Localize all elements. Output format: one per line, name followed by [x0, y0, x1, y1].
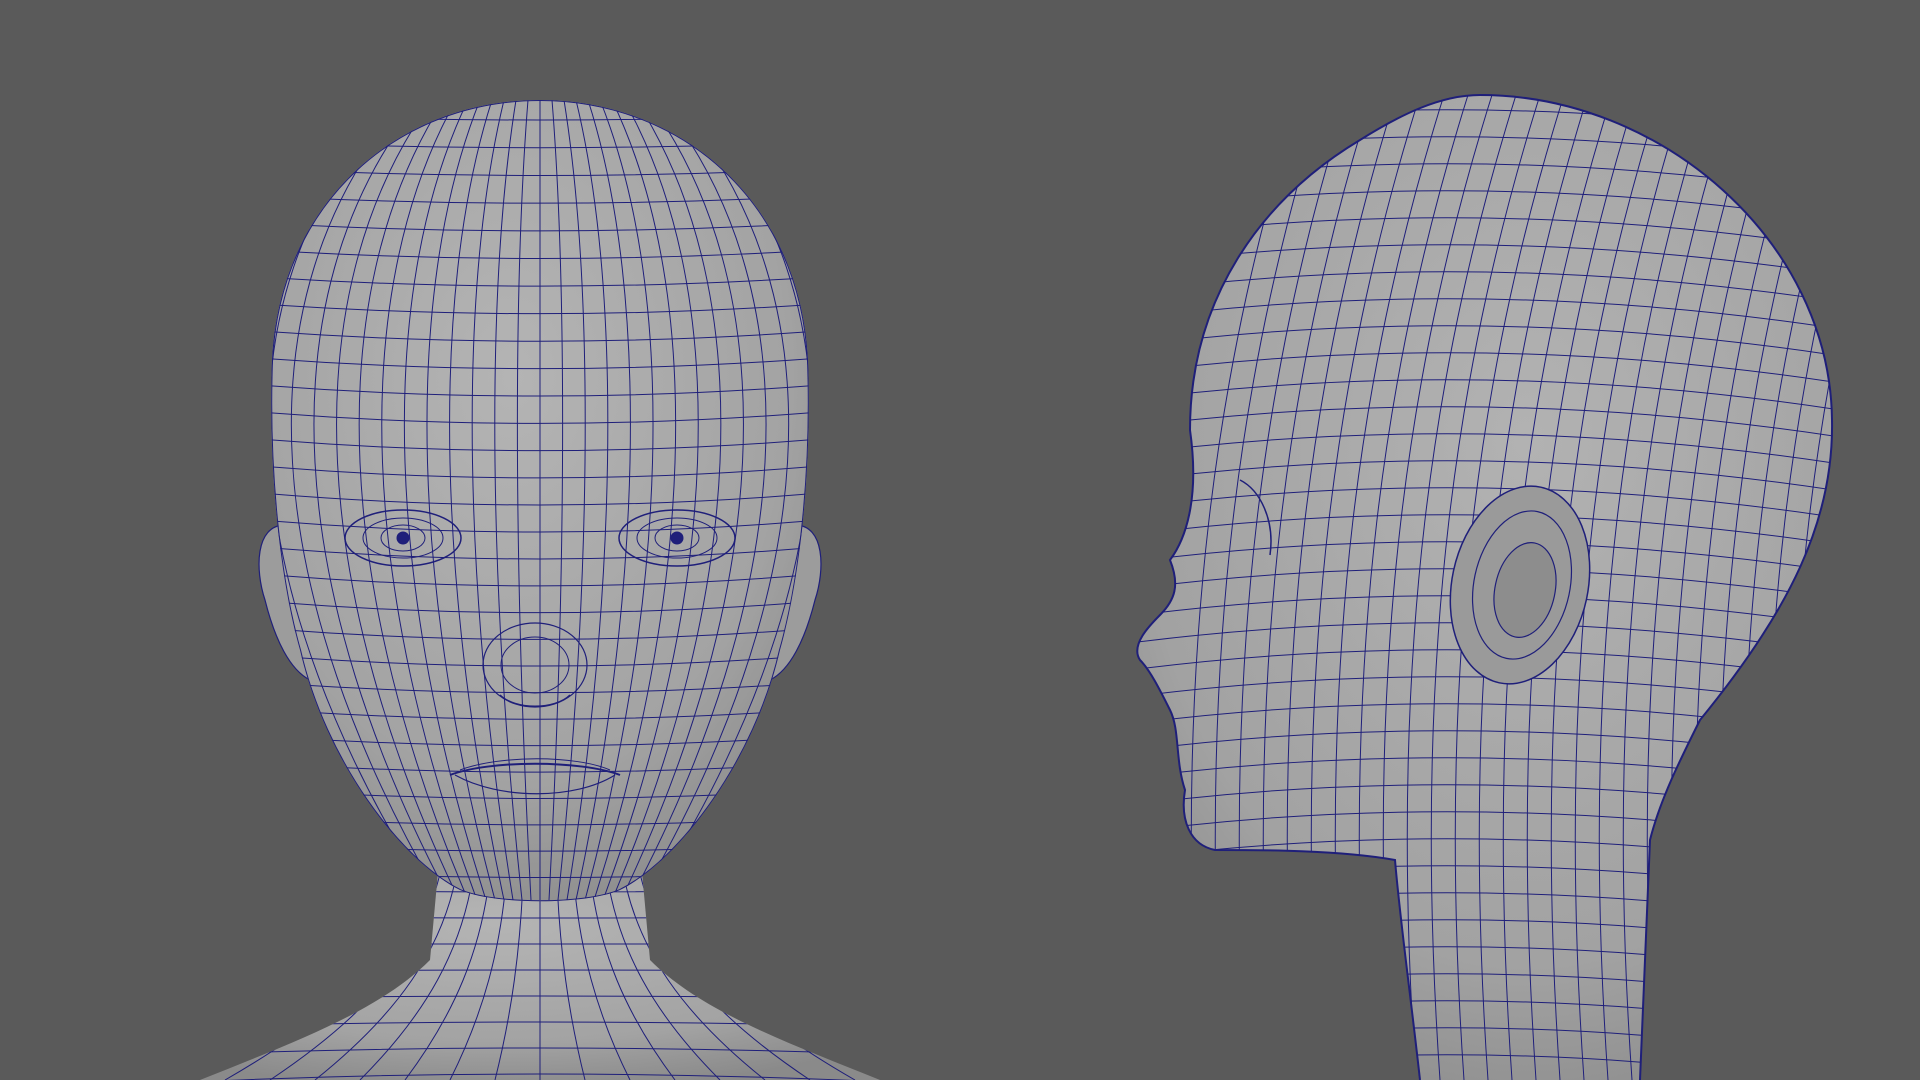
side-head — [1137, 95, 1833, 1080]
wireframe-canvas[interactable] — [0, 0, 1920, 1080]
front-head — [271, 100, 809, 902]
mesh-edge — [747, 850, 880, 1080]
mesh-edge — [200, 850, 317, 1080]
side-view-mesh[interactable] — [1120, 90, 1920, 1080]
mesh-edge — [763, 850, 880, 1080]
mesh-edge — [1790, 95, 1833, 1080]
front-view-mesh[interactable] — [0, 90, 1170, 1080]
modeling-viewport[interactable] — [0, 0, 1920, 1080]
mesh-edge — [200, 850, 333, 1080]
mesh-edge — [1814, 95, 1833, 1080]
